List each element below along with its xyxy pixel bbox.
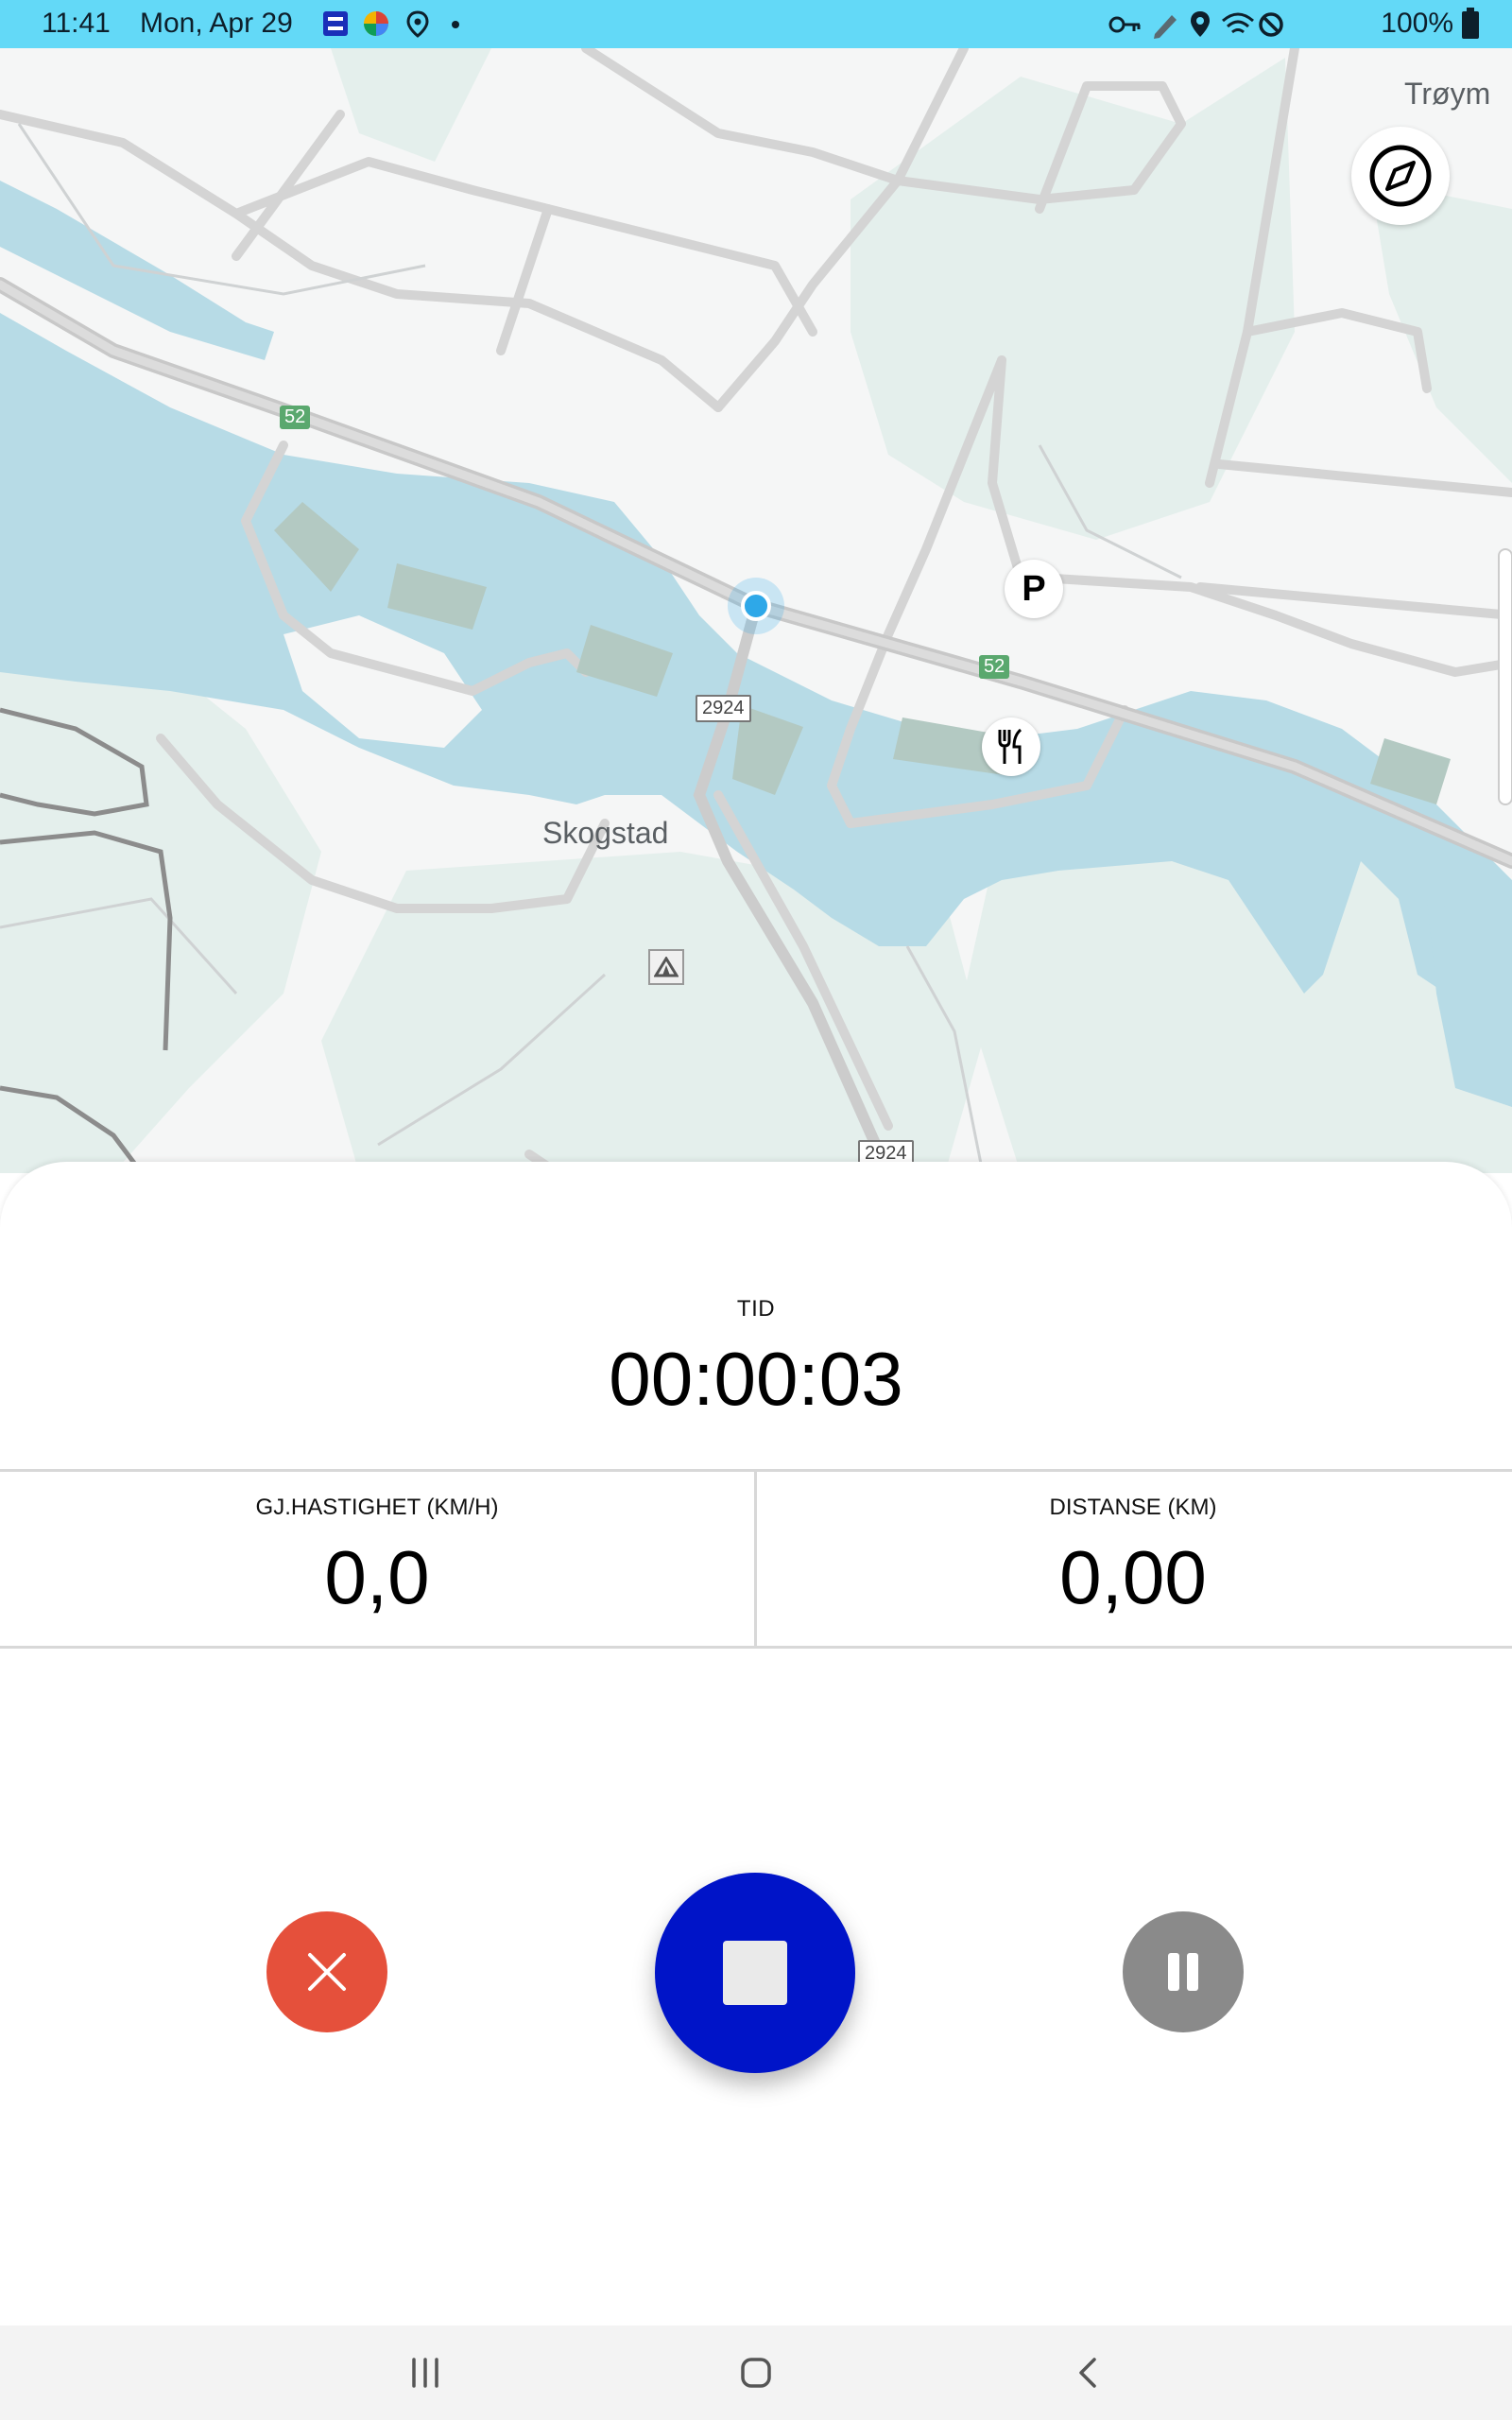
home-icon [741,2358,771,2388]
restaurant-poi[interactable] [982,717,1040,776]
avg-speed-cell: GJ.HASTIGHET (KM/H) 0,0 [0,1472,757,1646]
avg-speed-label: GJ.HASTIGHET (KM/H) [255,1495,499,1520]
cancel-button[interactable] [266,1911,387,2032]
distance-cell: DISTANSE (KM) 0,00 [756,1472,1510,1646]
map-edge-handle[interactable] [1498,548,1512,805]
wifi-icon [1222,12,1254,34]
do-not-disturb-icon [1259,12,1283,37]
elapsed-time: 00:00:03 [609,1337,903,1421]
road-shield-2924: 2924 [696,695,751,722]
tracking-panel: TID 00:00:03 GJ.HASTIGHET (KM/H) 0,0 DIS… [0,1162,1512,2325]
back-button[interactable] [1068,2352,1109,2394]
stats-row: GJ.HASTIGHET (KM/H) 0,0 DISTANSE (KM) 0,… [0,1469,1512,1649]
recents-button[interactable] [404,2352,446,2394]
status-date: Mon, Apr 29 [140,8,293,39]
close-icon [308,1953,346,1991]
distance-label: DISTANSE (KM) [1049,1495,1217,1520]
avg-speed-value: 0,0 [324,1535,430,1619]
location-icon [406,10,429,38]
map-canvas[interactable] [0,48,1512,1173]
map-view[interactable]: Trøym Skogstad 52 52 2924 2924 P [0,48,1512,1173]
battery-percent: 100% [1381,8,1453,39]
status-app-icons [323,10,459,38]
vpn-key-icon [1108,16,1141,33]
status-right-icons [1108,11,1283,39]
system-nav-bar [0,2325,1512,2420]
road-shield-52: 52 [280,406,311,429]
recents-icon [412,2358,438,2388]
restaurant-icon [998,728,1022,764]
place-label-troym: Trøym [1404,77,1491,111]
campsite-icon [648,949,684,985]
status-bar: 11:41 Mon, Apr 29 100% [0,0,1512,48]
compass-icon [1369,145,1432,207]
distance-value: 0,00 [1059,1535,1207,1619]
time-label: TID [736,1296,776,1322]
back-icon [1079,2358,1096,2388]
current-location-dot [741,591,771,621]
stop-button[interactable] [655,1873,855,2073]
compass-button[interactable] [1351,127,1450,225]
road-shield-52: 52 [979,655,1010,679]
place-label-skogstad: Skogstad [542,816,669,850]
stop-icon [723,1941,787,2005]
photos-icon [364,11,388,36]
pen-icon [1154,15,1177,39]
home-button[interactable] [735,2352,777,2394]
parking-poi[interactable]: P [1005,560,1063,618]
status-time: 11:41 [42,8,111,39]
parking-label: P [1022,568,1046,609]
sb-app-icon [323,11,348,36]
pause-icon [1168,1953,1198,1991]
pause-button[interactable] [1123,1911,1244,2032]
location-icon [1191,11,1210,37]
dot-icon [452,21,459,28]
battery-icon [1462,8,1479,39]
